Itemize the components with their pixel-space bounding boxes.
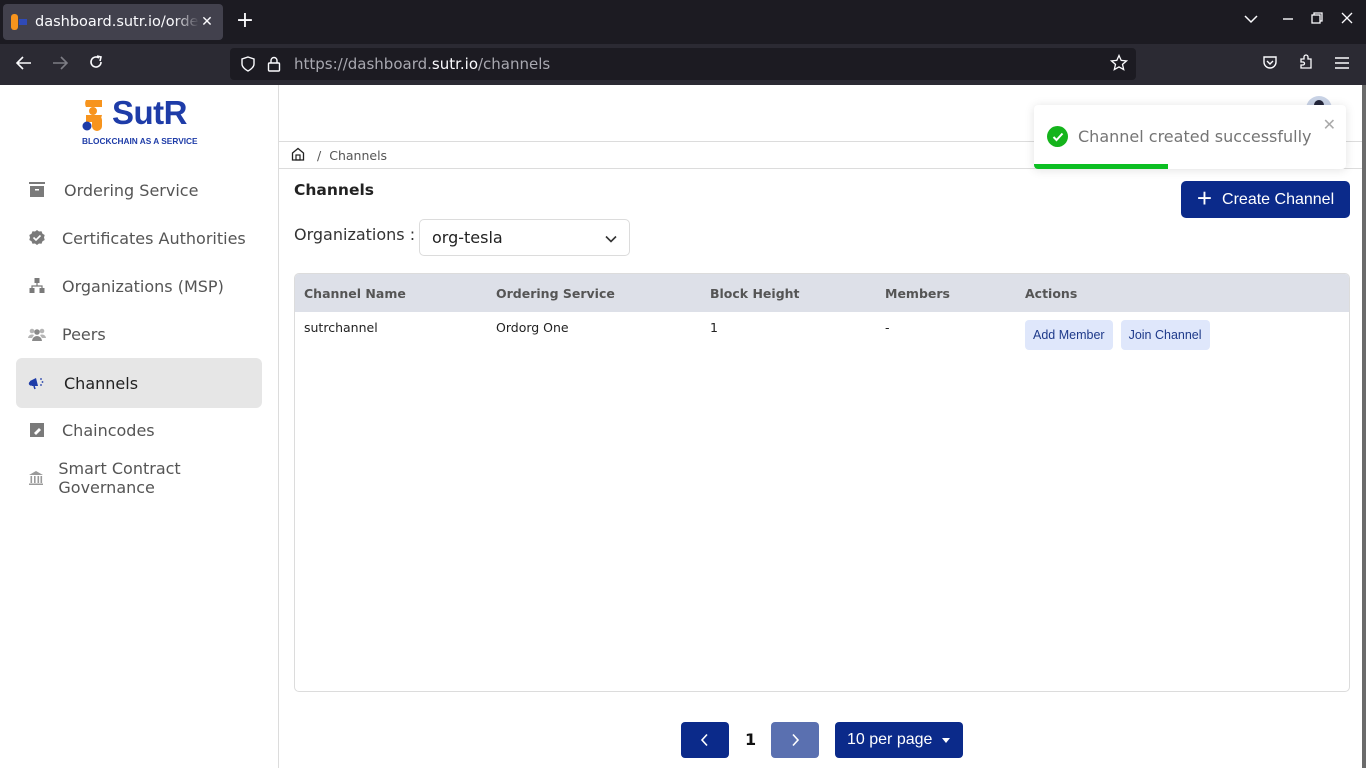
plus-icon: + [1196, 183, 1213, 213]
cell-members: - [885, 320, 890, 335]
organizations-select-value: org-tesla [432, 228, 503, 247]
tab-title: dashboard.sutr.io/ordering [35, 14, 199, 30]
chevron-down-icon [605, 228, 617, 247]
pocket-icon[interactable] [1258, 53, 1282, 77]
sidebar-item-label: Chaincodes [62, 420, 155, 440]
toast-close-icon[interactable]: ✕ [1323, 115, 1336, 134]
sidebar-item-organizations-msp[interactable]: Organizations (MSP) [16, 261, 262, 311]
reload-icon[interactable] [84, 53, 108, 77]
url-bar[interactable]: https://dashboard.sutr.io/channels [230, 48, 1136, 80]
browser-tab[interactable]: dashboard.sutr.io/ordering ✕ [3, 4, 223, 40]
breadcrumb-current: Channels [329, 147, 388, 163]
toast-message: Channel created successfully [1078, 127, 1312, 146]
browser-tab-bar: dashboard.sutr.io/ordering ✕ + [0, 0, 1366, 44]
archive-box-icon [28, 181, 46, 199]
tracking-shield-icon[interactable] [238, 54, 258, 74]
column-header: Members [885, 285, 950, 301]
check-circle-icon [1047, 126, 1068, 147]
page-scrollbar[interactable] [1362, 85, 1366, 768]
create-channel-label: Create Channel [1222, 190, 1335, 208]
sidebar-item-ordering-service[interactable]: Ordering Service [16, 165, 262, 215]
restore-icon[interactable] [1311, 12, 1323, 28]
minimize-icon[interactable] [1282, 12, 1294, 28]
verified-badge-icon [28, 229, 46, 247]
organizations-label: Organizations : [294, 225, 416, 244]
chevron-left-icon [700, 733, 708, 747]
home-icon[interactable] [291, 147, 305, 164]
success-toast: Channel created successfully ✕ [1034, 105, 1346, 169]
join-channel-button[interactable]: Join Channel [1120, 320, 1210, 350]
breadcrumb-separator: / [317, 147, 322, 163]
per-page-value: 10 per page [847, 731, 933, 748]
new-tab-button[interactable]: + [234, 10, 256, 34]
column-header: Block Height [710, 285, 800, 301]
column-header: Actions [1025, 285, 1078, 301]
caret-down-icon [942, 737, 951, 743]
cell-channel-name: sutrchannel [304, 320, 378, 335]
column-header: Ordering Service [496, 285, 615, 301]
url-text: https://dashboard.sutr.io/channels [294, 55, 551, 73]
sidebar: SutR BLOCKCHAIN AS A SERVICE Ordering Se… [0, 85, 279, 768]
chevron-right-icon [792, 733, 800, 747]
page-title: Channels [294, 181, 374, 199]
extensions-puzzle-icon[interactable] [1294, 53, 1318, 77]
sidebar-item-smart-contract-governance[interactable]: Smart Contract Governance [16, 453, 262, 503]
current-page-number: 1 [745, 730, 757, 749]
tab-close-icon[interactable]: ✕ [199, 14, 215, 30]
sidebar-item-label: Certificates Authorities [62, 228, 246, 248]
table-row: sutrchannel Ordorg One 1 - Add Member Joi… [295, 312, 1349, 356]
logo-tagline: BLOCKCHAIN AS A SERVICE [82, 136, 198, 146]
back-arrow-icon[interactable] [12, 53, 36, 77]
tab-list-chevron-icon[interactable] [1244, 12, 1258, 28]
channels-table: Channel Name Ordering Service Block Heig… [294, 273, 1350, 692]
sutr-logo-mark-icon [82, 100, 102, 131]
add-member-button[interactable]: Add Member [1025, 320, 1113, 350]
cell-ordering-service: Ordorg One [496, 320, 569, 335]
sidebar-item-label: Peers [62, 324, 106, 344]
bookmark-star-icon[interactable] [1109, 53, 1130, 74]
column-header: Channel Name [304, 285, 406, 301]
sutr-logo[interactable]: SutR BLOCKCHAIN AS A SERVICE [82, 94, 202, 149]
sidebar-item-label: Channels [64, 373, 139, 393]
tag-icon [28, 421, 46, 439]
cell-actions: Add Member Join Channel [1025, 320, 1218, 350]
org-hierarchy-icon [28, 277, 46, 295]
users-group-icon [28, 325, 46, 343]
megaphone-icon [28, 374, 46, 392]
sidebar-item-label: Ordering Service [64, 180, 199, 200]
sidebar-item-certificates-authorities[interactable]: Certificates Authorities [16, 213, 262, 263]
sidebar-item-peers[interactable]: Peers [16, 309, 262, 359]
logo-wordmark: SutR [112, 94, 188, 131]
favicon-icon [11, 14, 27, 30]
table-header: Channel Name Ordering Service Block Heig… [295, 274, 1349, 312]
browser-nav-bar: https://dashboard.sutr.io/channels [0, 44, 1366, 85]
menu-hamburger-icon[interactable] [1330, 53, 1354, 77]
sidebar-item-channels[interactable]: Channels [16, 358, 262, 408]
next-page-button[interactable] [771, 722, 819, 758]
toast-progress-track [1034, 164, 1346, 169]
lock-icon[interactable] [264, 54, 284, 74]
cell-block-height: 1 [710, 320, 718, 335]
window-close-icon[interactable] [1341, 12, 1353, 28]
toast-progress-bar [1034, 164, 1169, 169]
create-channel-button[interactable]: + Create Channel [1181, 181, 1350, 218]
per-page-dropdown[interactable]: 10 per page [835, 722, 963, 758]
sidebar-item-label: Smart Contract Governance [58, 459, 181, 497]
sidebar-item-chaincodes[interactable]: Chaincodes [16, 405, 262, 455]
forward-arrow-icon[interactable] [48, 53, 72, 77]
bank-building-icon [28, 469, 44, 487]
sidebar-item-label: Organizations (MSP) [62, 276, 224, 296]
organizations-select[interactable]: org-tesla [419, 219, 630, 256]
previous-page-button[interactable] [681, 722, 729, 758]
